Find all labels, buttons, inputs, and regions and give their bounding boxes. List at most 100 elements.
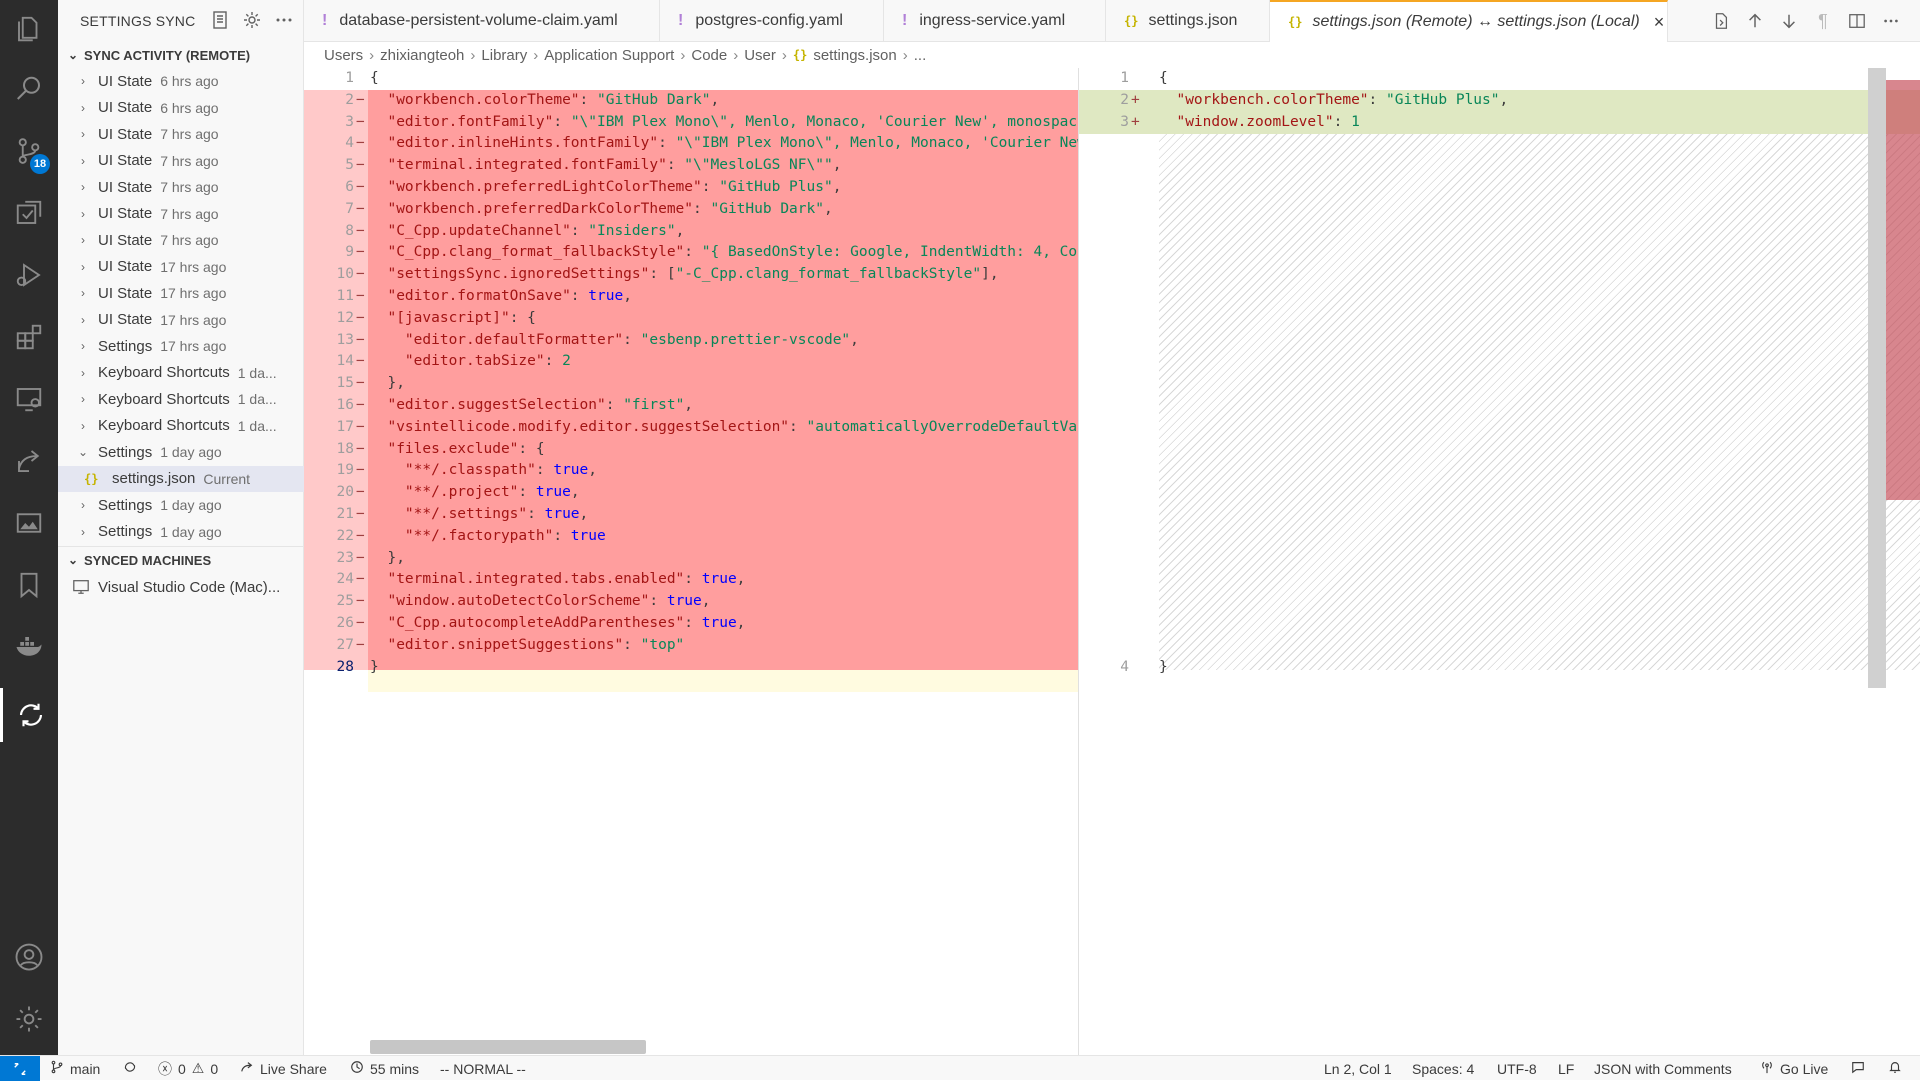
- code-line[interactable]: 23− },: [304, 548, 1078, 570]
- sync-activity-item[interactable]: › Settings 17 hrs ago: [58, 333, 304, 359]
- go-live-status[interactable]: Go Live: [1760, 1056, 1828, 1081]
- code-line[interactable]: 18− "files.exclude": {: [304, 439, 1078, 461]
- code-line[interactable]: 7− "workbench.preferredDarkColorTheme": …: [304, 199, 1078, 221]
- eol-status[interactable]: LF: [1558, 1056, 1574, 1081]
- code-line[interactable]: 21− "**/.settings": true,: [304, 504, 1078, 526]
- sync-activity-item[interactable]: › Settings 1 day ago: [58, 519, 304, 545]
- code-line[interactable]: 2 + "workbench.colorTheme": "GitHub Plus"…: [1079, 90, 1920, 112]
- more-actions-icon[interactable]: [274, 10, 294, 30]
- indentation-status[interactable]: Spaces: 4: [1412, 1056, 1474, 1081]
- gear-icon[interactable]: [242, 10, 262, 30]
- live-share-icon[interactable]: [0, 434, 58, 488]
- code-line[interactable]: 25− "window.autoDetectColorScheme": true…: [304, 591, 1078, 613]
- horizontal-scrollbar[interactable]: [370, 1040, 646, 1054]
- breadcrumb-segment[interactable]: ...: [914, 47, 927, 64]
- live-share-status[interactable]: Live Share: [240, 1056, 327, 1081]
- sync-activity-item[interactable]: › Settings 1 day ago: [58, 492, 304, 518]
- sync-activity-item[interactable]: › Keyboard Shortcuts 1 da...: [58, 386, 304, 412]
- close-icon[interactable]: ×: [1654, 12, 1665, 33]
- code-line[interactable]: 2− "workbench.colorTheme": "GitHub Dark"…: [304, 90, 1078, 112]
- code-line[interactable]: 8− "C_Cpp.updateChannel": "Insiders",: [304, 221, 1078, 243]
- encoding-status[interactable]: UTF-8: [1497, 1056, 1537, 1081]
- code-line[interactable]: 5− "terminal.integrated.fontFamily": "\"…: [304, 155, 1078, 177]
- extensions-icon[interactable]: [0, 310, 58, 364]
- sync-activity-item[interactable]: › Keyboard Shortcuts 1 da...: [58, 413, 304, 439]
- code-line[interactable]: 19− "**/.classpath": true,: [304, 460, 1078, 482]
- code-line[interactable]: 17− "vsintellicode.modify.editor.suggest…: [304, 417, 1078, 439]
- breadcrumb-segment[interactable]: Users: [324, 47, 363, 64]
- docker-icon[interactable]: [0, 620, 58, 674]
- tab-postgres-config[interactable]: ! postgres-config.yaml: [660, 0, 884, 42]
- breadcrumb-segment[interactable]: User: [744, 47, 776, 64]
- code-line[interactable]: 4}: [1079, 657, 1920, 679]
- code-line[interactable]: 12− "[javascript]": {: [304, 308, 1078, 330]
- code-line[interactable]: 1{: [1079, 68, 1920, 90]
- settings-sync-icon[interactable]: [0, 688, 58, 742]
- remote-indicator[interactable]: [0, 1056, 40, 1081]
- more-actions-icon[interactable]: [1880, 10, 1902, 32]
- run-debug-icon[interactable]: [0, 248, 58, 302]
- language-mode-status[interactable]: JSON with Comments: [1594, 1056, 1732, 1081]
- account-icon[interactable]: [0, 930, 58, 984]
- diff-editor-local[interactable]: 1{2 + "workbench.colorTheme": "GitHub Plu…: [1079, 68, 1920, 1055]
- synced-machine-item[interactable]: Visual Studio Code (Mac)...: [58, 574, 304, 600]
- branch-status[interactable]: main: [50, 1056, 100, 1081]
- split-editor-icon[interactable]: [1846, 10, 1868, 32]
- code-line[interactable]: 16− "editor.suggestSelection": "first",: [304, 395, 1078, 417]
- code-line[interactable]: 11− "editor.formatOnSave": true,: [304, 286, 1078, 308]
- tab-settings-diff[interactable]: {} settings.json (Remote) ↔ settings.jso…: [1270, 0, 1668, 42]
- code-line[interactable]: 24− "terminal.integrated.tabs.enabled": …: [304, 569, 1078, 591]
- sync-activity-item[interactable]: › UI State 17 hrs ago: [58, 307, 304, 333]
- explorer-icon[interactable]: [0, 2, 58, 56]
- breadcrumb-segment[interactable]: zhixiangteoh: [380, 47, 464, 64]
- code-line[interactable]: 22− "**/.factorypath": true: [304, 526, 1078, 548]
- tab-ingress-service[interactable]: ! ingress-service.yaml: [884, 0, 1106, 42]
- image-preview-icon[interactable]: [0, 496, 58, 550]
- session-timer-status[interactable]: 55 mins: [350, 1056, 419, 1081]
- code-line[interactable]: 4− "editor.inlineHints.fontFamily": "\"I…: [304, 133, 1078, 155]
- show-synced-data-icon[interactable]: [210, 10, 230, 30]
- breadcrumb-segment[interactable]: Library: [481, 47, 527, 64]
- code-line[interactable]: 6− "workbench.preferredLightColorTheme":…: [304, 177, 1078, 199]
- previous-change-icon[interactable]: [1744, 10, 1766, 32]
- settings-json-current-item[interactable]: {} settings.json Current: [58, 465, 304, 492]
- code-line[interactable]: 13− "editor.defaultFormatter": "esbenp.p…: [304, 330, 1078, 352]
- sync-activity-item[interactable]: › Keyboard Shortcuts 1 da...: [58, 360, 304, 386]
- code-line[interactable]: 26− "C_Cpp.autocompleteAddParentheses": …: [304, 613, 1078, 635]
- open-file-icon[interactable]: [1710, 10, 1732, 32]
- sync-activity-section-header[interactable]: ⌄ SYNC ACTIVITY (REMOTE): [58, 42, 304, 68]
- tab-settings-json[interactable]: {} settings.json: [1106, 0, 1270, 42]
- breadcrumb-segment[interactable]: Code: [691, 47, 727, 64]
- sync-activity-item[interactable]: › UI State 7 hrs ago: [58, 174, 304, 200]
- code-line[interactable]: 9− "C_Cpp.clang_format_fallbackStyle": "…: [304, 242, 1078, 264]
- sync-activity-item[interactable]: › UI State 17 hrs ago: [58, 254, 304, 280]
- code-line[interactable]: 14− "editor.tabSize": 2: [304, 351, 1078, 373]
- vertical-scrollbar[interactable]: [1868, 68, 1886, 688]
- code-line[interactable]: 27− "editor.snippetSuggestions": "top": [304, 635, 1078, 657]
- tab-database-persistent-volume-claim[interactable]: ! database-persistent-volume-claim.yaml: [304, 0, 660, 42]
- manage-gear-icon[interactable]: [0, 992, 58, 1046]
- sync-activity-item[interactable]: › UI State 7 hrs ago: [58, 148, 304, 174]
- remote-explorer-icon[interactable]: [0, 372, 58, 426]
- breadcrumb-segment[interactable]: Application Support: [544, 47, 674, 64]
- cursor-position-status[interactable]: Ln 2, Col 1: [1324, 1056, 1392, 1081]
- code-line[interactable]: 28}: [304, 657, 1078, 679]
- sync-activity-item[interactable]: › UI State 6 hrs ago: [58, 68, 304, 94]
- code-line[interactable]: 3− "editor.fontFamily": "\"IBM Plex Mono…: [304, 112, 1078, 134]
- code-line[interactable]: 20− "**/.project": true,: [304, 482, 1078, 504]
- sync-activity-item[interactable]: › UI State 7 hrs ago: [58, 227, 304, 253]
- sync-activity-item[interactable]: › UI State 17 hrs ago: [58, 280, 304, 306]
- sync-changes-status[interactable]: [122, 1056, 138, 1081]
- code-line[interactable]: 1{: [304, 68, 1078, 90]
- code-line[interactable]: 15− },: [304, 373, 1078, 395]
- search-icon[interactable]: [0, 62, 58, 116]
- code-line[interactable]: 10− "settingsSync.ignoredSettings": ["-C…: [304, 264, 1078, 286]
- feedback-status[interactable]: [1850, 1056, 1866, 1081]
- next-change-icon[interactable]: [1778, 10, 1800, 32]
- notifications-status[interactable]: [1888, 1056, 1902, 1081]
- bookmarks-icon[interactable]: [0, 558, 58, 612]
- test-icon[interactable]: [0, 186, 58, 240]
- sync-activity-item[interactable]: › UI State 7 hrs ago: [58, 201, 304, 227]
- problems-status[interactable]: ⓧ 0 ⚠ 0: [158, 1056, 218, 1081]
- source-control-icon[interactable]: 18: [0, 124, 58, 178]
